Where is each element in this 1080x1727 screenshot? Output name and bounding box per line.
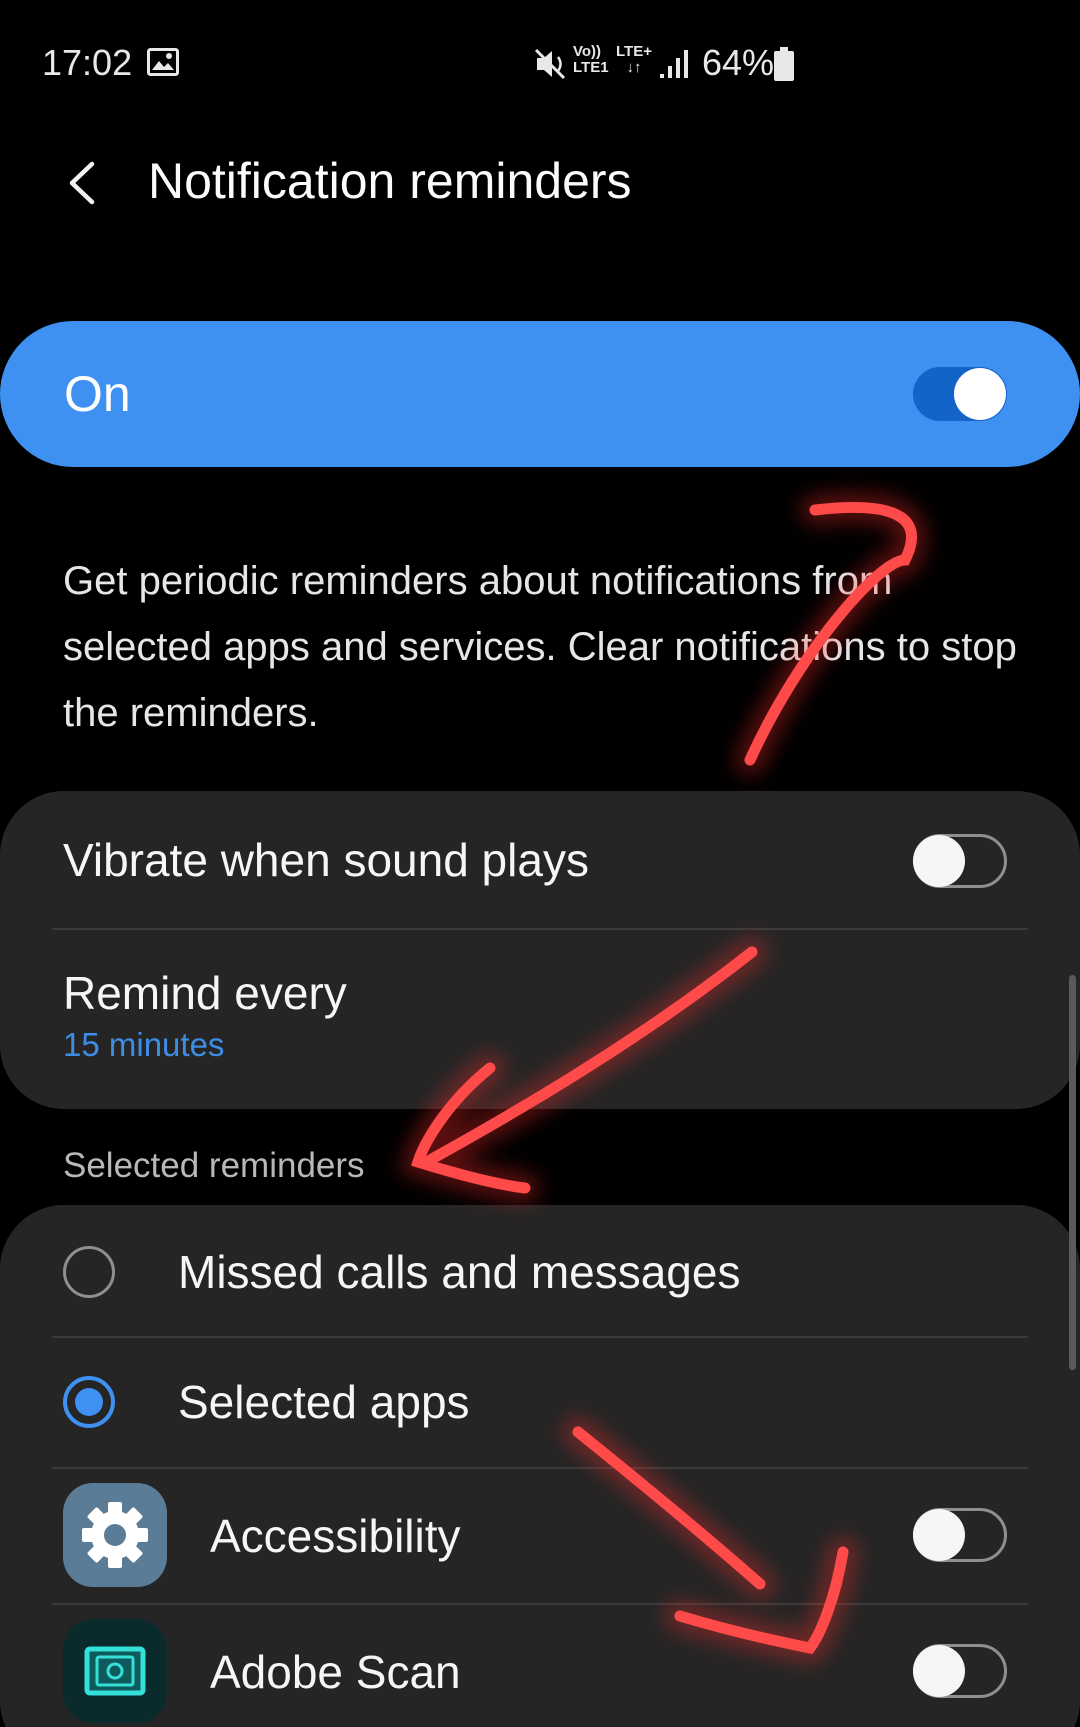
remind-every-value: 15 minutes bbox=[63, 1026, 225, 1063]
status-bar: 17:02 Vo)) LTE1 LTE+ ↓↑ 64% bbox=[0, 0, 1080, 130]
switch-knob bbox=[954, 368, 1006, 420]
accessibility-app-icon bbox=[63, 1483, 167, 1587]
accessibility-label: Accessibility bbox=[210, 1510, 461, 1562]
back-button[interactable] bbox=[56, 150, 112, 216]
switch-knob bbox=[913, 1509, 965, 1561]
scrollbar[interactable] bbox=[1069, 975, 1076, 1370]
network-indicator: LTE+ ↓↑ bbox=[616, 43, 652, 76]
adobe-scan-switch[interactable] bbox=[913, 1644, 1007, 1698]
vibrate-row[interactable]: Vibrate when sound plays bbox=[0, 791, 1080, 928]
gallery-icon bbox=[147, 48, 179, 76]
switch-knob bbox=[913, 1645, 965, 1697]
option-selected-apps[interactable]: Selected apps bbox=[0, 1338, 1080, 1466]
switch-knob bbox=[913, 835, 965, 887]
option-missed-calls[interactable]: Missed calls and messages bbox=[0, 1205, 1080, 1335]
app-row-accessibility[interactable]: Accessibility bbox=[0, 1469, 1080, 1601]
signal-icon bbox=[660, 50, 688, 78]
description-text: Get periodic reminders about notificatio… bbox=[63, 559, 1017, 735]
selected-apps-label: Selected apps bbox=[178, 1376, 470, 1428]
adobe-scan-app-icon bbox=[63, 1619, 167, 1723]
app-row-adobe-scan[interactable]: Adobe Scan bbox=[0, 1605, 1080, 1727]
accessibility-switch[interactable] bbox=[913, 1508, 1007, 1562]
chevron-left-icon bbox=[69, 161, 95, 205]
remind-every-row[interactable]: Remind every 15 minutes bbox=[0, 930, 1080, 1109]
selected-apps-radio[interactable] bbox=[63, 1376, 115, 1428]
gear-icon bbox=[82, 1502, 148, 1568]
volte-indicator: Vo)) LTE1 bbox=[573, 43, 609, 76]
settings-card: Vibrate when sound plays Remind every 15… bbox=[0, 791, 1080, 1109]
vibrate-switch[interactable] bbox=[913, 834, 1007, 888]
adobe-scan-icon bbox=[84, 1646, 146, 1696]
page-title: Notification reminders bbox=[148, 153, 632, 209]
remind-every-label: Remind every bbox=[63, 967, 347, 1019]
master-toggle-label: On bbox=[64, 366, 131, 422]
missed-calls-label: Missed calls and messages bbox=[178, 1246, 741, 1298]
master-switch[interactable] bbox=[913, 367, 1007, 421]
mute-icon bbox=[534, 48, 566, 80]
selected-reminders-card: Missed calls and messages Selected apps bbox=[0, 1205, 1080, 1727]
status-time: 17:02 bbox=[42, 42, 133, 83]
adobe-scan-label: Adobe Scan bbox=[210, 1646, 461, 1698]
section-header-selected-reminders: Selected reminders bbox=[63, 1146, 365, 1185]
battery-percent: 64% bbox=[702, 42, 775, 83]
master-toggle-bar[interactable]: On bbox=[0, 321, 1080, 467]
battery-icon bbox=[774, 47, 794, 81]
vibrate-label: Vibrate when sound plays bbox=[63, 834, 589, 886]
missed-calls-radio[interactable] bbox=[63, 1246, 115, 1298]
